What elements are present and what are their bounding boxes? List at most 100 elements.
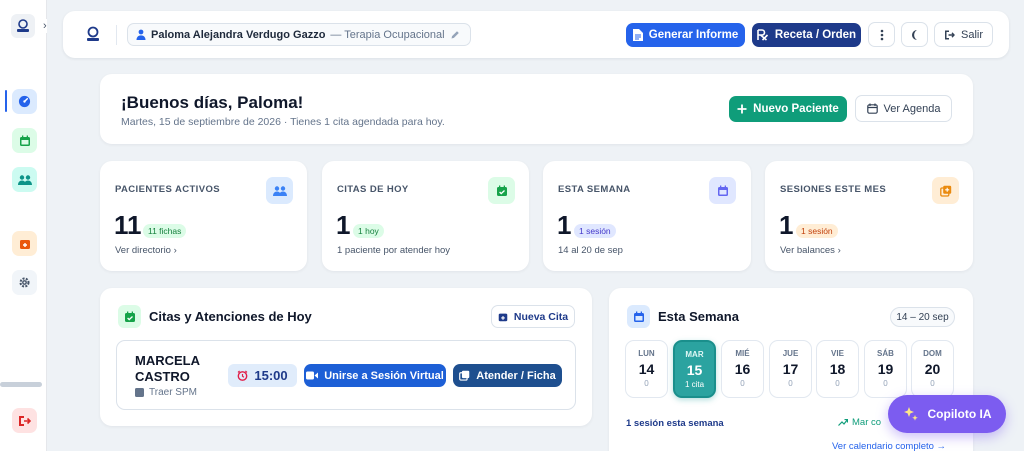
calendar-plus-icon [19,239,30,249]
join-virtual-label: Unirse a Sesión Virtual [324,369,444,382]
stat-label: SESIONES ESTE MES [780,184,887,195]
sidebar-scrollbar[interactable] [0,382,42,387]
section-title: Citas y Atenciones de Hoy [149,309,312,324]
new-appointment-button[interactable]: Nueva Cita [491,305,575,328]
video-icon [306,371,319,380]
sidebar-item-dashboard[interactable] [12,89,37,114]
top-bar: Paloma Alejandra Verdugo Gazzo — Terapia… [63,11,1009,58]
appointment-note: Traer SPM [135,387,197,398]
users-icon [266,177,293,204]
pencil-icon[interactable] [450,30,460,40]
trend-text: Mar co [852,417,882,428]
join-virtual-session-button[interactable]: Unirse a Sesión Virtual [304,364,446,387]
stat-label: ESTA SEMANA [558,184,631,195]
calendar-plus-icon [498,313,508,321]
app-logo[interactable] [11,14,35,38]
more-options-button[interactable] [868,22,895,47]
week-trend: Mar co [838,417,881,428]
day-cell[interactable]: DOM 20 0 [911,340,954,398]
full-calendar-link[interactable]: Ver calendario completo → [832,441,946,451]
alarm-clock-icon [237,370,248,381]
logo-icon [17,19,29,32]
sidebar-item-agenda[interactable] [12,231,37,256]
stat-label: CITAS DE HOY [337,184,409,195]
stat-value: 1 [779,210,794,240]
profile-role: — Terapia Ocupacional [330,28,445,41]
new-patient-label: Nuevo Paciente [753,103,839,115]
new-appointment-label: Nueva Cita [513,310,569,323]
plus-icon [737,104,747,114]
copy-icon [932,177,959,204]
copy-icon [459,370,470,381]
more-vertical-icon [880,29,883,40]
logo-icon [87,26,99,41]
calendar-icon [627,305,650,328]
generate-report-label: Generar Informe [648,29,739,41]
document-icon [632,29,643,41]
stat-card-active-patients: PACIENTES ACTIVOS 11 11 fichas Ver direc… [100,161,307,271]
stat-card-sessions-month: SESIONES ESTE MES 1 1 sesión Ver balance… [765,161,973,271]
user-icon [136,29,146,40]
gear-icon [19,277,30,288]
calendar-check-icon [118,305,141,328]
logout-label: Salir [960,28,983,41]
view-agenda-label: Ver Agenda [883,102,941,115]
stat-footer-link[interactable]: Ver balances › [780,245,841,256]
patient-name: MARCELA CASTRO [135,353,200,384]
stat-card-today-appointments: CITAS DE HOY 1 1 hoy 1 paciente por aten… [322,161,529,271]
logout-icon [19,415,31,426]
stat-value: 11 [114,210,142,240]
calendar-icon [19,135,30,146]
day-cell[interactable]: VIE 18 0 [816,340,859,398]
appointment-item[interactable]: MARCELA CASTRO Traer SPM 15:00 Unirse a … [116,340,576,410]
calendar-check-icon [488,177,515,204]
stat-value: 1 [336,210,351,240]
sidebar-item-calendar[interactable] [12,128,37,153]
prescription-icon [757,29,768,41]
header-logo[interactable] [81,22,105,46]
note-text: Traer SPM [149,387,197,398]
section-title: Esta Semana [658,309,739,324]
calendar-icon [866,103,878,114]
day-cell[interactable]: LUN 14 0 [625,340,668,398]
sidebar-collapse-icon[interactable]: › [43,19,47,33]
dashboard-icon [18,95,31,108]
today-appointments-card: Citas y Atenciones de Hoy Nueva Cita MAR… [100,288,592,426]
trend-up-icon [838,419,848,426]
day-cell[interactable]: JUE 17 0 [769,340,812,398]
sparkles-icon [903,407,918,421]
day-cell[interactable]: SÁB 19 0 [864,340,907,398]
sidebar-item-settings[interactable] [12,270,37,295]
sidebar-item-patients[interactable] [12,167,37,192]
sidebar-item-logout[interactable] [12,408,37,433]
users-icon [17,174,32,185]
theme-toggle-button[interactable] [901,22,928,47]
day-cell[interactable]: MIÉ 16 0 [721,340,764,398]
copilot-label: Copiloto IA [927,407,992,421]
appointment-time: 15:00 [228,364,297,387]
logout-button[interactable]: Salir [934,22,993,47]
week-summary: 1 sesión esta semana [626,418,724,429]
greeting-subtitle: Martes, 15 de septiembre de 2026 · Tiene… [121,116,445,128]
generate-report-button[interactable]: Generar Informe [626,23,745,47]
view-agenda-button[interactable]: Ver Agenda [855,95,952,122]
day-cell-today[interactable]: MAR 15 1 cita [673,340,716,398]
stat-badge: 11 fichas [143,224,187,238]
chevron-right-icon: › [837,245,841,256]
new-patient-button[interactable]: Nuevo Paciente [729,96,847,122]
calendar-icon [709,177,736,204]
stat-label: PACIENTES ACTIVOS [115,184,220,195]
attend-record-button[interactable]: Atender / Ficha [453,364,562,387]
stat-card-this-week: ESTA SEMANA 1 1 sesión 14 al 20 de sep [543,161,751,271]
time-text: 15:00 [254,368,288,383]
logout-icon [944,30,955,39]
active-indicator [5,90,7,112]
prescription-label: Receta / Orden [774,29,857,41]
profile-selector[interactable]: Paloma Alejandra Verdugo Gazzo — Terapia… [127,23,471,46]
stat-footer: 1 paciente por atender hoy [337,245,451,256]
stat-footer-link[interactable]: Ver directorio › [115,245,177,256]
week-range-badge: 14 – 20 sep [890,307,955,327]
prescription-button[interactable]: Receta / Orden [752,23,861,47]
copilot-button[interactable]: Copiloto IA [888,395,1006,433]
sidebar: › [0,0,47,451]
